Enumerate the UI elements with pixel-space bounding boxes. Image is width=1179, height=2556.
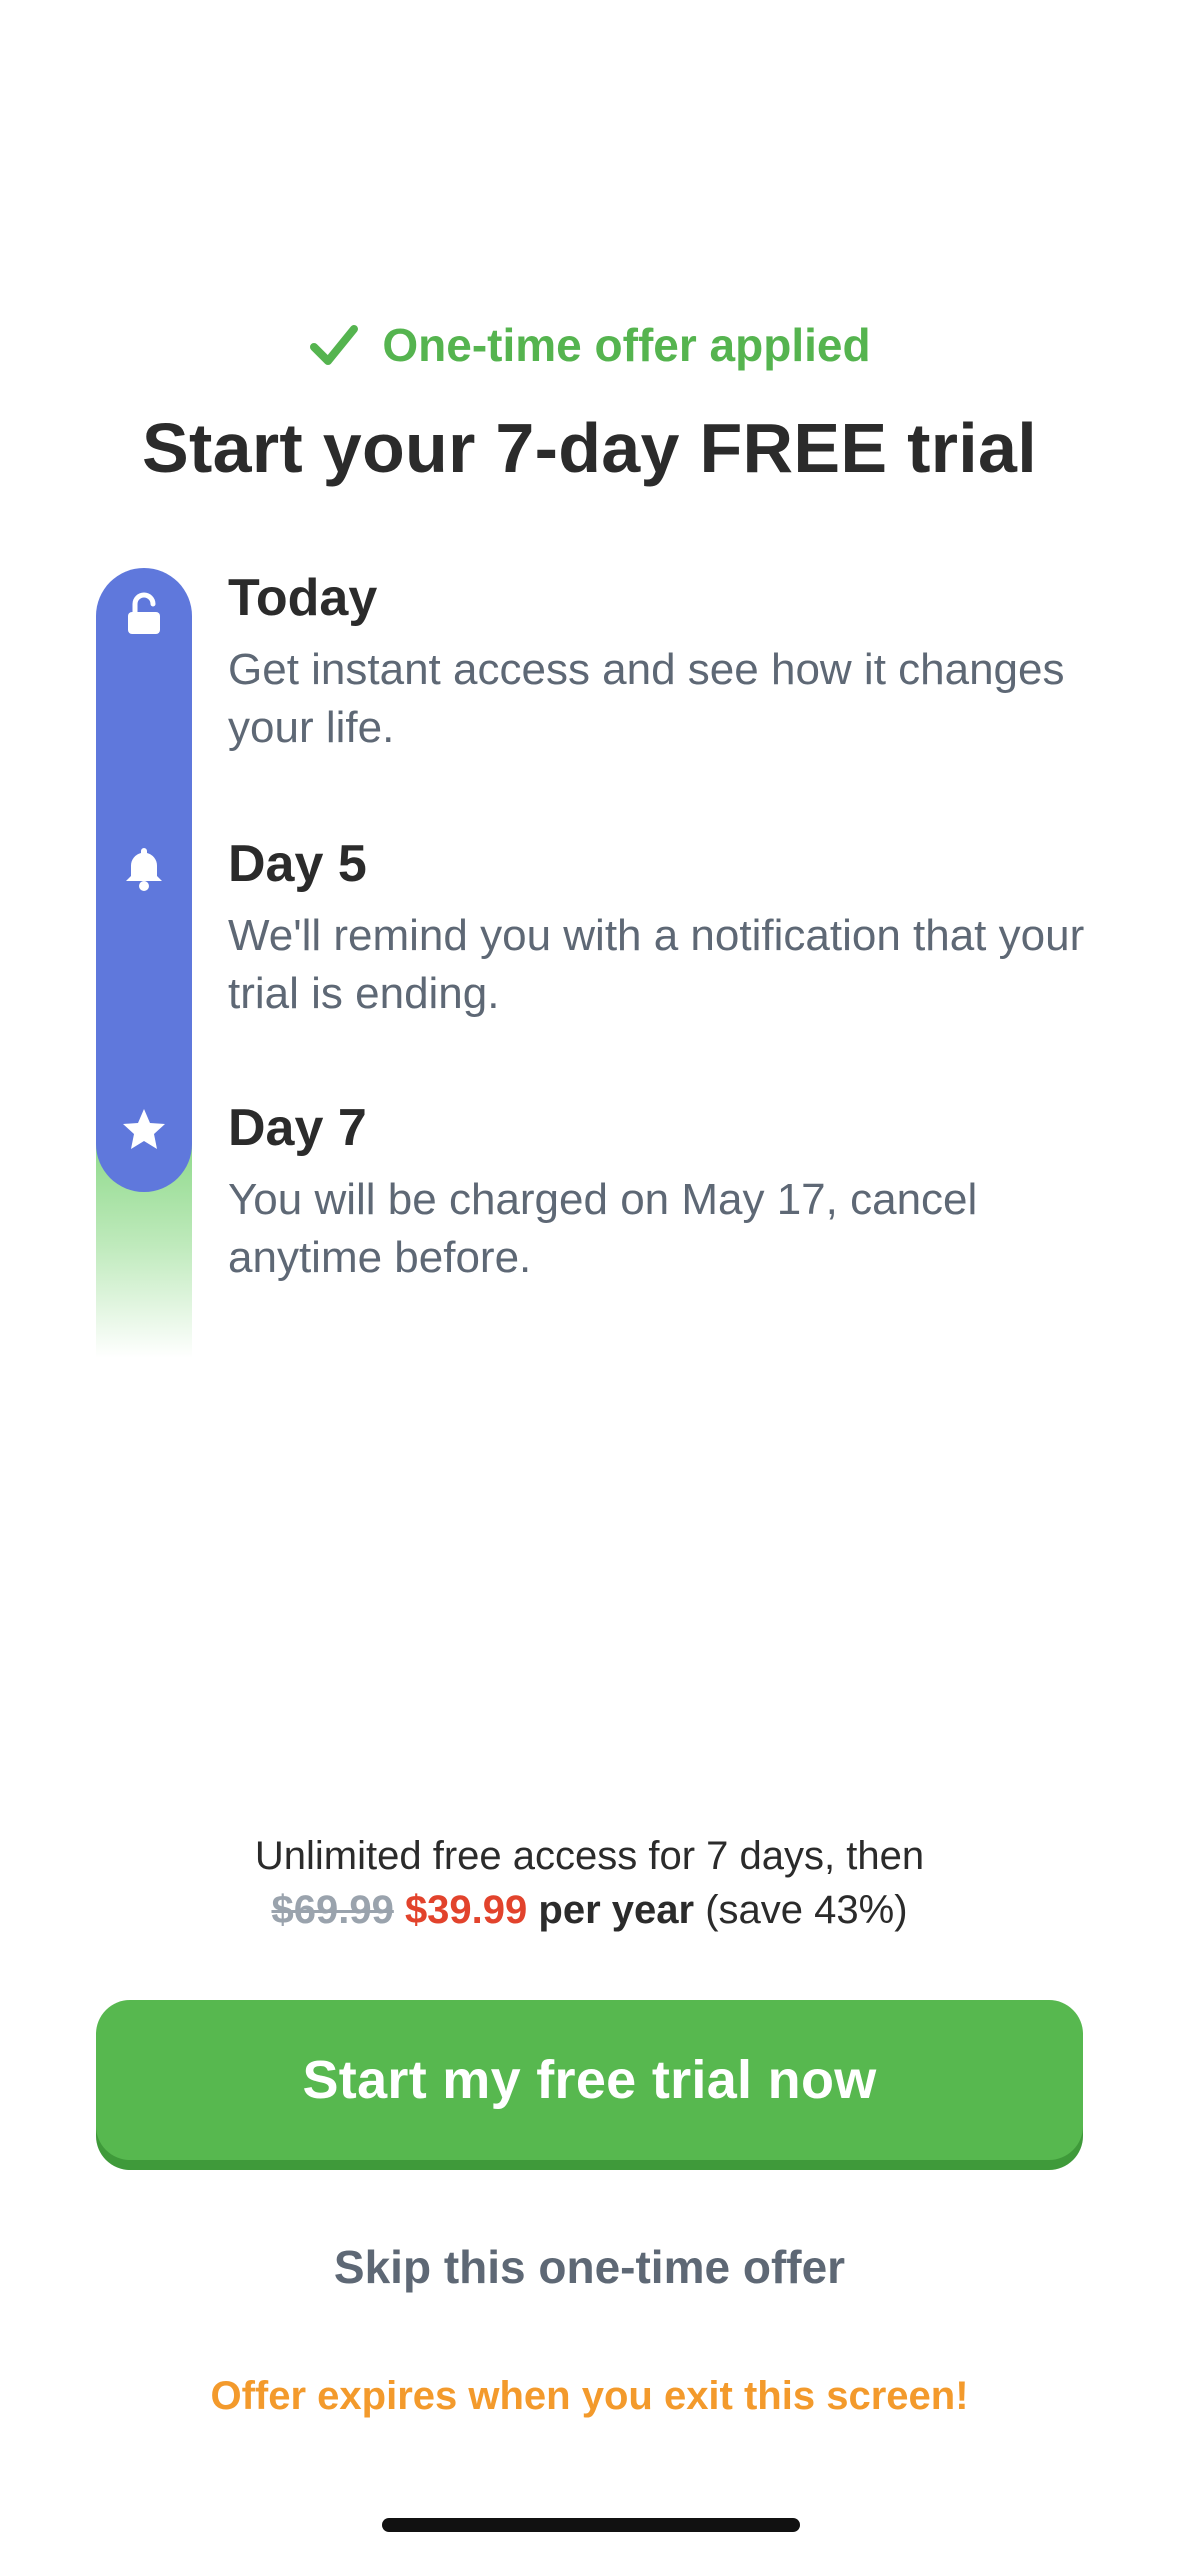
timeline-step-day-7: Day 7 You will be charged on May 17, can… xyxy=(228,1099,1108,1287)
step-title: Today xyxy=(228,569,378,627)
step-description: We'll remind you with a notification tha… xyxy=(228,911,1085,1019)
step-description: Get instant access and see how it change… xyxy=(228,645,1065,753)
home-indicator[interactable] xyxy=(382,2518,800,2532)
pricing-details: $69.99 $39.99 per year (save 43%) xyxy=(0,1888,1179,1933)
unlock-icon xyxy=(120,590,168,638)
page-title: Start your 7-day FREE trial xyxy=(142,409,1037,487)
bell-icon xyxy=(120,844,168,892)
offer-expiry-warning: Offer expires when you exit this screen! xyxy=(210,2374,969,2418)
start-free-trial-button[interactable]: Start my free trial now xyxy=(96,2000,1083,2160)
offer-applied-banner: One-time offer applied xyxy=(0,318,1179,372)
step-description: You will be charged on May 17, cancel an… xyxy=(228,1175,978,1283)
timeline-step-today: Today Get instant access and see how it … xyxy=(228,569,1108,757)
old-price: $69.99 xyxy=(271,1888,394,1932)
skip-offer-link[interactable]: Skip this one-time offer xyxy=(0,2240,1179,2294)
step-title: Day 7 xyxy=(228,1099,367,1157)
timeline-step-day-5: Day 5 We'll remind you with a notificati… xyxy=(228,835,1108,1023)
billing-period: per year xyxy=(538,1888,695,1932)
star-icon xyxy=(120,1106,168,1154)
new-price: $39.99 xyxy=(404,1888,528,1932)
savings-label: (save 43%) xyxy=(705,1888,908,1932)
offer-applied-text: One-time offer applied xyxy=(382,319,871,371)
pricing-intro: Unlimited free access for 7 days, then xyxy=(254,1834,925,1878)
step-title: Day 5 xyxy=(228,835,367,893)
trial-timeline xyxy=(96,568,192,1358)
checkmark-icon xyxy=(308,319,360,371)
